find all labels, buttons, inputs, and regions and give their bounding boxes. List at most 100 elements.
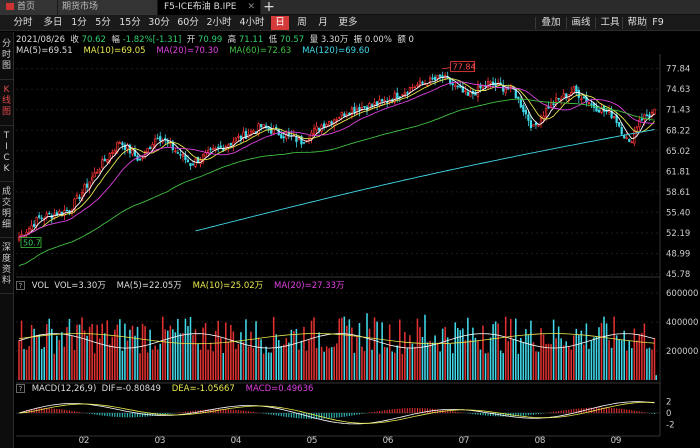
volume-bar [265,346,267,380]
candle [113,150,116,155]
volume-bar [590,340,593,380]
candle [98,169,101,173]
volume-bar [303,326,305,380]
candle [40,217,43,220]
volume-bar [489,337,492,380]
volume-bar [411,343,414,380]
volume-bar [600,322,603,380]
candle [451,83,454,86]
volume-bar [512,339,515,380]
candle [131,149,134,155]
candle [340,111,343,117]
volume-bar [613,316,615,380]
candle [630,141,633,144]
volume-bar [416,318,419,380]
volume-bar [131,325,134,380]
volume-bar [144,326,146,380]
candle [408,86,412,93]
candle [489,81,492,84]
candle [373,102,376,105]
volume-bar [38,334,40,380]
volume-bar [91,323,93,380]
candle [438,74,442,77]
volume-bar [146,352,149,380]
high-marker-line [442,67,451,70]
volume-bar [497,323,499,380]
volume-bar [139,353,141,380]
volume-bar [53,353,56,380]
volume-bar [507,341,509,380]
volume-bar [73,349,76,380]
candle [312,128,316,135]
candle [330,121,333,124]
volume-bar [209,342,212,380]
candle [237,136,240,138]
volume-bar [436,342,439,380]
volume-bar [605,323,608,380]
candle [48,212,51,215]
volume-bar [474,337,477,380]
candle [363,105,366,108]
volume-bar [151,349,154,380]
candle [618,122,621,127]
volume-bar [391,351,393,380]
candle [90,176,94,181]
candle [118,142,122,145]
volume-bar [527,334,530,380]
volume-bar [479,349,482,380]
candle [401,94,404,96]
candle [111,151,114,154]
volume-bar [426,342,429,380]
volume-bar [184,318,187,380]
volume-bar [457,327,459,380]
candle [30,224,33,230]
volume-bar [293,330,295,380]
volume-bar [636,340,638,380]
candle [252,130,255,133]
volume-bar [202,327,204,380]
volume-bar [477,340,479,380]
volume-bar [63,346,66,380]
volume-bar [295,328,298,380]
volume-bar [444,326,446,380]
candle [209,148,212,150]
candle [431,77,434,80]
candle [587,102,591,105]
candle [282,136,285,139]
volume-bar [625,350,628,380]
volume-bar [262,353,265,380]
volume-bar [393,352,396,380]
volume-bar [484,353,487,380]
candle [78,196,81,200]
volume-bar [154,345,156,380]
volume-bar [121,350,124,380]
volume-bar [169,325,172,380]
candle [138,158,142,161]
volume-bar [177,318,179,380]
volume-bar [439,351,441,380]
candle [625,137,628,139]
kline-chart[interactable]: 77.84 74.63 71.43 68.22 65.02 61.81 58.61 55.40… [0,0,700,448]
candle [176,152,180,154]
candle [146,147,149,153]
candle [418,80,422,86]
x-tick-label: 03 [155,436,166,446]
x-tick-label: 08 [535,436,546,446]
volume-bar [535,351,537,380]
candle [295,136,298,143]
volume-bar [570,349,573,380]
volume-bar [341,317,343,380]
volume-bar [207,349,209,380]
price-tick: 68.22 [666,126,690,136]
candle [184,154,187,161]
candle [575,85,578,92]
volume-bar [88,326,91,380]
volume-bar [348,319,351,380]
volume-bar [103,333,106,380]
candle [353,106,356,113]
volume-bar [648,347,651,380]
volume-bar [593,337,595,380]
volume-bar [61,332,63,380]
volume-bar [116,324,119,380]
candle [85,183,89,188]
